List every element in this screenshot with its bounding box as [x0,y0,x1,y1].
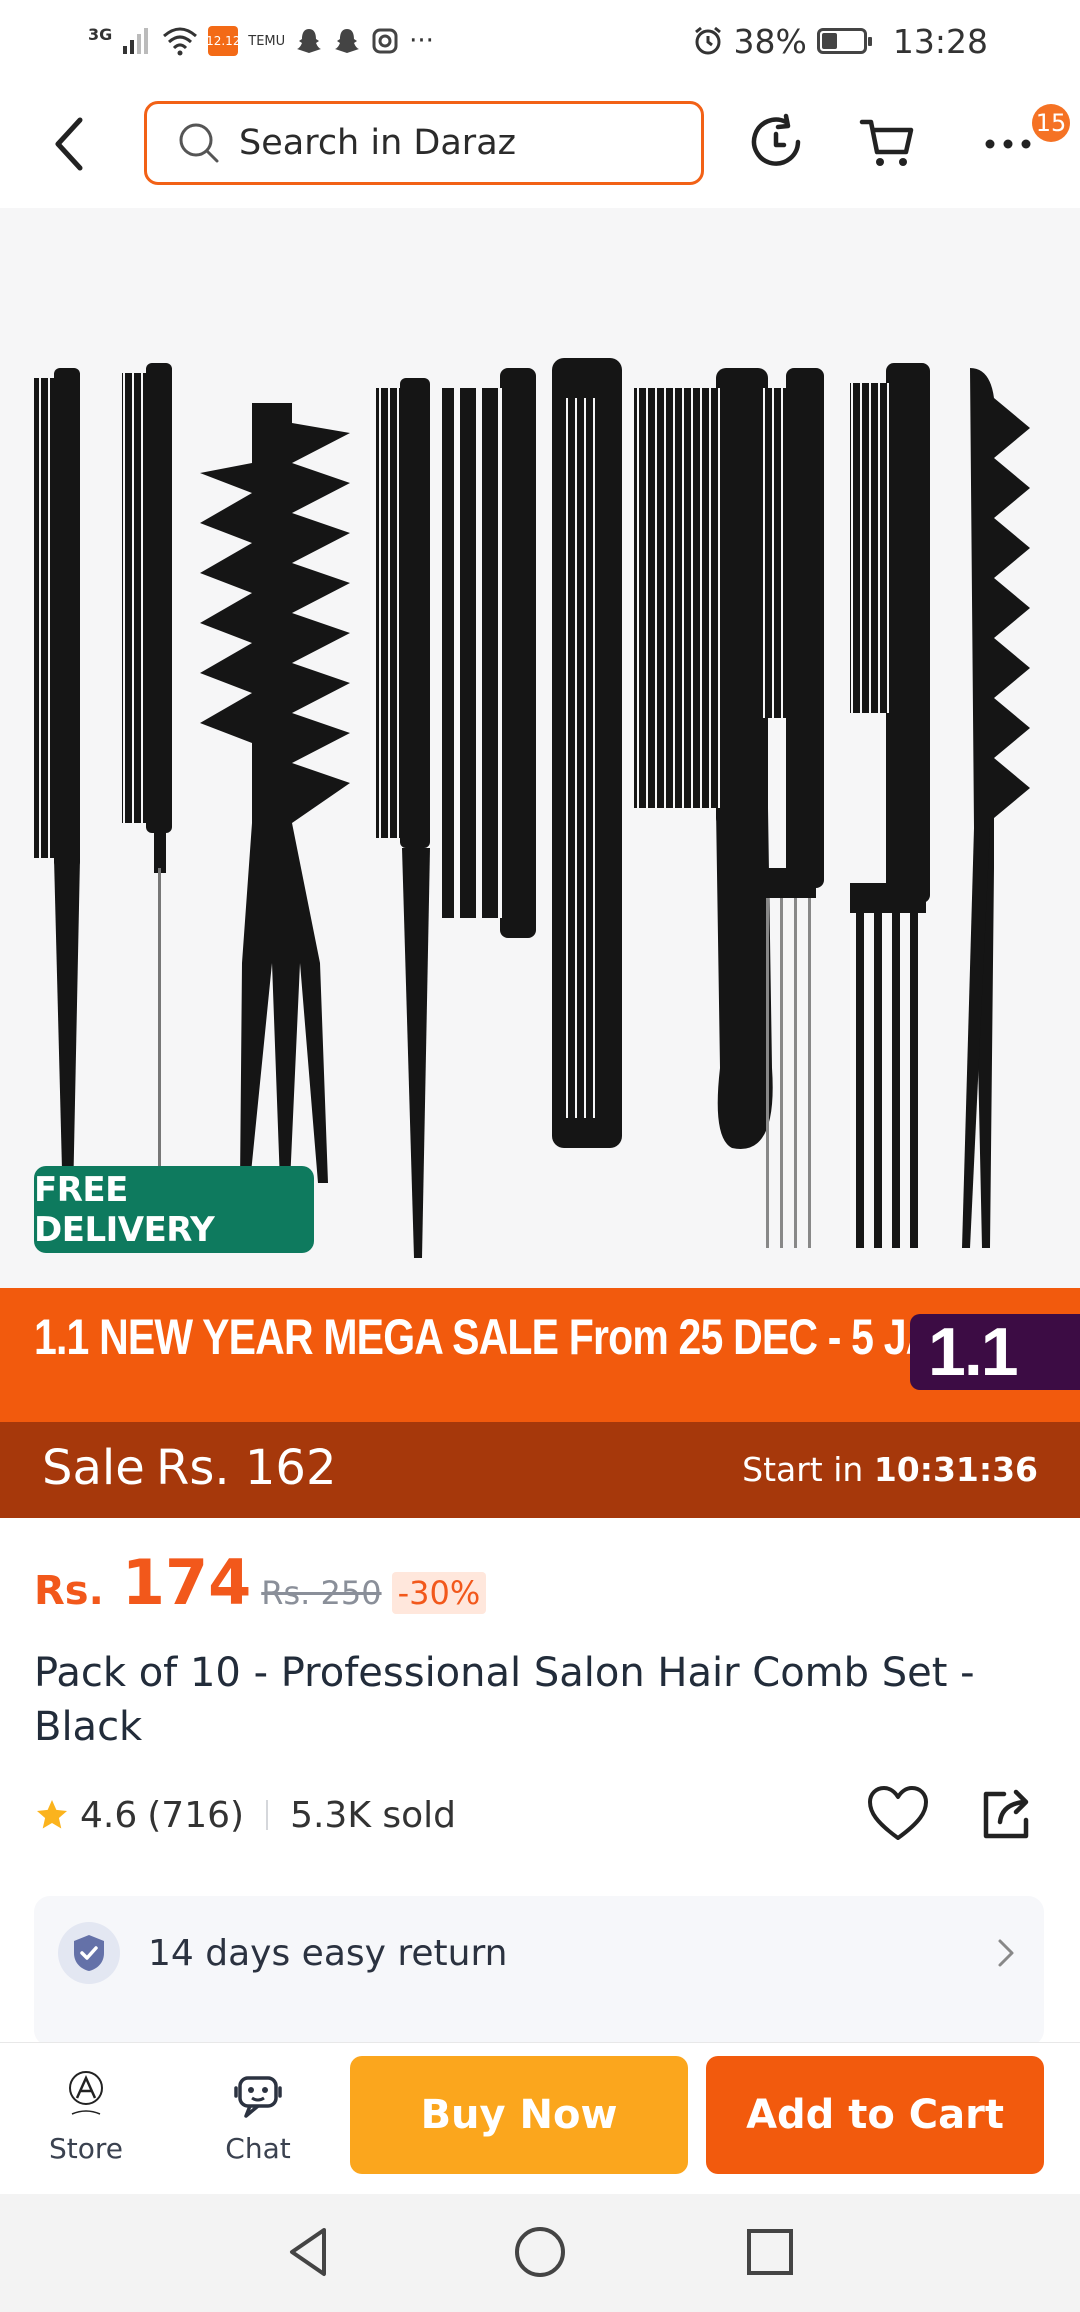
chat-robot-icon [234,2076,282,2118]
sale-countdown-time: 10:31:36 [873,1450,1038,1489]
network-type: 3G [88,24,113,44]
current-price: 174 [121,1546,252,1619]
sale-start-label: Start in [742,1450,864,1489]
wifi-icon [163,27,198,56]
promo-tag: 1.1 [910,1314,1080,1390]
combs-illustration [34,358,1030,1258]
free-delivery-badge: FREE DELIVERY [34,1166,314,1253]
currency-label: Rs. [34,1568,104,1614]
share-icon[interactable] [976,1784,1036,1844]
search-input[interactable]: Search in Daraz [144,101,704,185]
review-count: (716) [147,1794,245,1836]
sold-count: 5.3K sold [290,1794,457,1836]
instagram-icon [372,28,398,54]
status-bar-left: 3G 12.12 TEMU ··· [88,18,434,64]
rating-row[interactable]: 4.6 (716) 5.3K sold [34,1790,456,1840]
status-bar-right: 38% 13:28 [692,18,988,64]
sale-label: Sale [42,1440,145,1496]
buy-now-button[interactable]: Buy Now [350,2056,688,2174]
signal-icon [123,28,149,54]
store-button[interactable]: Store [26,2070,146,2180]
chevron-right-icon [998,1939,1014,1967]
comb-3 [200,403,350,1183]
comb-10 [962,368,1030,1248]
nav-recents-icon[interactable] [740,2222,800,2282]
wishlist-heart-icon[interactable] [866,1784,930,1844]
comb-1 [34,368,80,1248]
rating-value: 4.6 [80,1794,138,1836]
product-image[interactable] [0,208,1080,1288]
star-icon [37,1800,67,1829]
snapchat-icon-2 [335,29,360,53]
price-row: Rs. 174 Rs. 250 -30% [34,1546,487,1636]
chat-label: Chat [225,2132,291,2165]
original-price: Rs. 250 [261,1574,382,1612]
nav-back-icon[interactable] [280,2222,340,2282]
nav-home-icon[interactable] [510,2222,570,2282]
return-policy-row[interactable]: 14 days easy return [58,1922,1018,1984]
sale-price: Rs. 162 [156,1440,337,1496]
battery-fill [821,33,838,49]
discount-badge: -30% [391,1572,487,1614]
shield-icon [58,1922,120,1984]
comb-5 [442,368,536,938]
clock: 13:28 [892,21,988,61]
comb-2 [122,363,172,1248]
comb-6 [552,358,622,1148]
back-arrow-icon[interactable] [46,114,96,174]
store-label: Store [48,2132,123,2165]
search-icon [179,123,219,163]
product-title: Pack of 10 - Professional Salon Hair Com… [34,1650,975,1750]
divider [266,1800,269,1830]
notification-badge: 15 [1032,104,1070,142]
more-options-icon[interactable] [978,112,1038,172]
daraz-app-icon: 12.12 [206,26,240,56]
battery-icon [816,28,872,54]
snapchat-icon [297,29,322,53]
battery-percent: 38% [733,21,807,61]
comb-4 [376,378,430,1258]
cart-icon[interactable] [858,112,918,172]
promo-text: 1.1 NEW YEAR MEGA SALE From 25 DEC - 5 J… [34,1309,964,1365]
store-logo [64,2070,108,2122]
sale-countdown: Start in 10:31:36 [742,1450,1038,1489]
add-to-cart-button[interactable]: Add to Cart [706,2056,1044,2174]
more-notifications: ··· [409,26,434,56]
comb-7 [634,368,773,1149]
return-policy-text: 14 days easy return [148,1932,508,1974]
comb-9 [850,363,930,1248]
chat-button[interactable]: Chat [198,2070,318,2180]
history-icon[interactable] [748,112,808,172]
alarm-icon [694,26,721,55]
temu-icon: TEMU [248,33,286,49]
search-placeholder: Search in Daraz [239,123,517,163]
